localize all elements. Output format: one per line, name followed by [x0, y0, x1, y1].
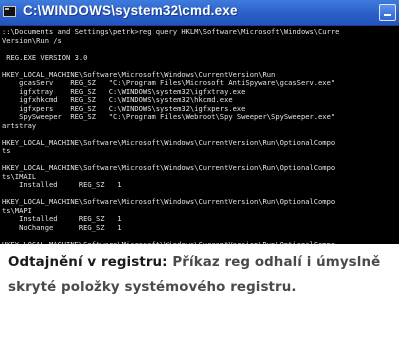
cmd-window-icon [3, 6, 16, 17]
console-line: gcasServ REG_SZ "C:\Program Files\Micros… [2, 79, 336, 87]
console-line: HKEY_LOCAL_MACHINE\Software\Microsoft\Wi… [2, 164, 336, 172]
console-line: igfxhkcmd REG_SZ C:\WINDOWS\system32\hkc… [2, 96, 233, 104]
cmd-screenshot: C:\WINDOWS\system32\cmd.exe ::\Documents… [0, 0, 399, 244]
console-output[interactable]: ::\Documents and Settings\petrk>reg quer… [0, 26, 399, 244]
console-line: ts [2, 147, 11, 155]
console-line: HKEY_LOCAL_MACHINE\Software\Microsoft\Wi… [2, 241, 399, 245]
window-title: C:\WINDOWS\system32\cmd.exe [23, 3, 238, 18]
console-line: artstray [2, 121, 37, 130]
console-line: HKEY_LOCAL_MACHINE\Software\Microsoft\Wi… [2, 198, 336, 206]
console-line: Installed REG_SZ 1 [2, 215, 122, 223]
console-line: REG.EXE VERSION 3.0 [2, 53, 88, 62]
console-line: NoChange REG_SZ 1 [2, 223, 122, 232]
console-line: SpySweeper REG_SZ "C:\Program Files\Webr… [2, 113, 336, 121]
console-line: HKEY_LOCAL_MACHINE\Software\Microsoft\Wi… [2, 138, 336, 147]
minimize-icon[interactable] [379, 4, 396, 21]
console-line: ::\Documents and Settings\petrk>reg quer… [2, 28, 340, 36]
console-line: Installed REG_SZ 1 [2, 181, 122, 189]
console-line: igfxtray REG_SZ C:\WINDOWS\system32\igfx… [2, 87, 246, 96]
console-line: igfxpers REG_SZ C:\WINDOWS\system32\igfx… [2, 104, 246, 113]
caption-lead: Odtajnění v registru: [8, 255, 168, 270]
console-line: ts\MAPI [2, 206, 32, 215]
window-titlebar[interactable]: C:\WINDOWS\system32\cmd.exe [0, 0, 399, 26]
console-line: Version\Run /s [2, 36, 62, 45]
console-line: HKEY_LOCAL_MACHINE\Software\Microsoft\Wi… [2, 70, 276, 79]
console-line: ts\IMAIL [2, 172, 37, 181]
figure-caption: Odtajnění v registru: Příkaz reg odhalí … [8, 251, 396, 300]
